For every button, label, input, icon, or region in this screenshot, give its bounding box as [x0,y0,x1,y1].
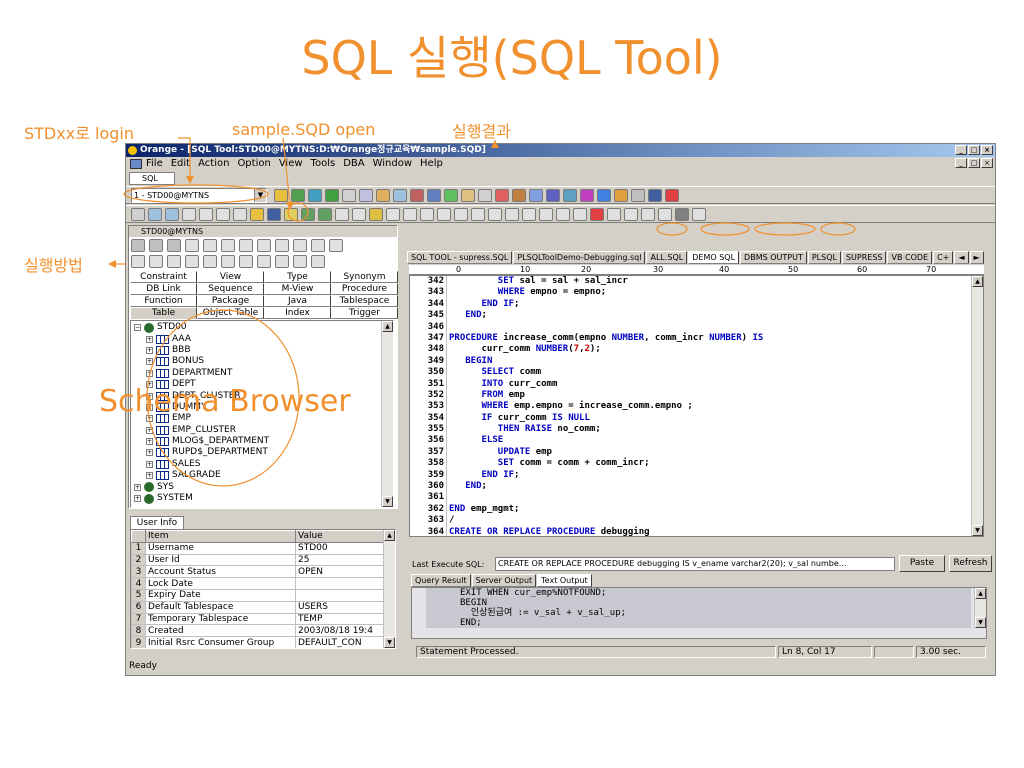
tab-highlight-ring [700,222,750,236]
arrowhead-icon [491,140,499,148]
note-schema-browser: Schema Browser [99,384,351,419]
tab-highlight-ring [656,222,688,236]
arrowhead-icon [108,260,116,268]
open-arrow [282,137,291,206]
tab-highlight-ring [754,222,816,236]
tab-highlight-ring [820,222,856,236]
login-arrow [178,137,191,180]
arrowhead-icon [286,202,294,210]
arrowhead-icon [186,176,194,184]
login-highlight-ring [123,184,269,204]
